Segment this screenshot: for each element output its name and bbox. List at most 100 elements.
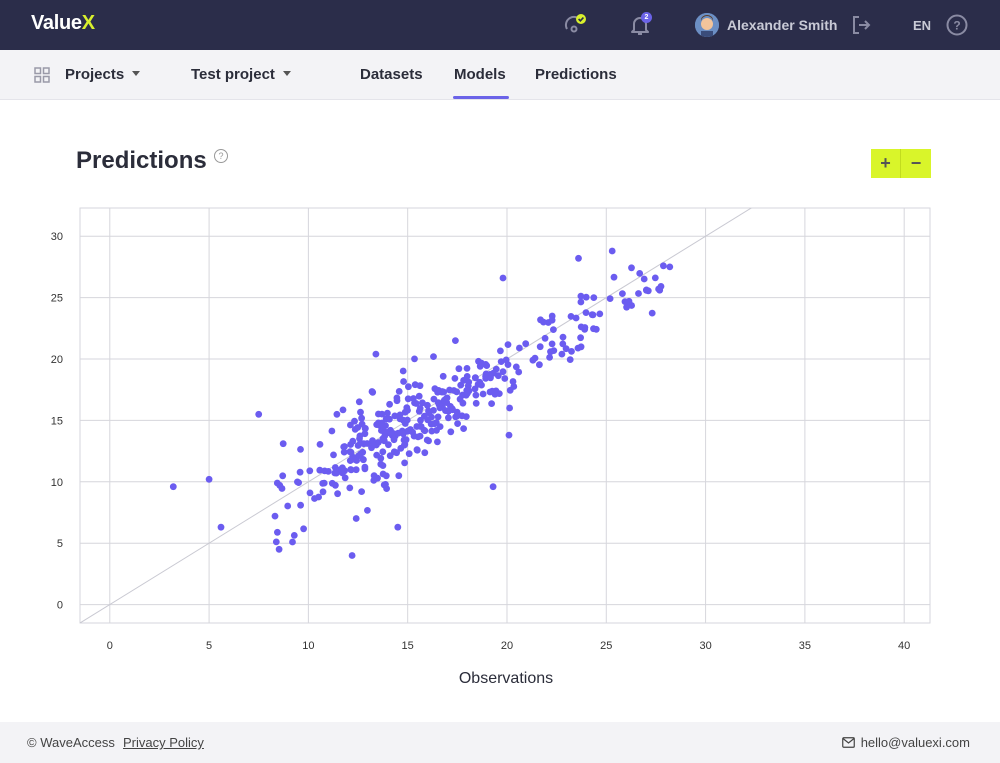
data-point: [205, 475, 213, 483]
x-tick-label: 0: [107, 640, 113, 652]
data-point: [459, 399, 467, 407]
x-tick-label: 20: [501, 640, 513, 652]
data-point: [361, 463, 369, 471]
data-point: [623, 303, 630, 311]
avatar[interactable]: [695, 13, 719, 37]
data-point: [537, 316, 544, 324]
notification-badge: 2: [641, 12, 652, 23]
data-point: [306, 467, 314, 475]
data-point: [363, 440, 371, 447]
data-point: [399, 367, 407, 375]
zoom-out-button[interactable]: −: [901, 149, 931, 178]
data-point: [346, 484, 354, 492]
data-point: [330, 451, 337, 459]
data-point: [332, 481, 339, 489]
data-point: [393, 449, 400, 457]
data-point: [413, 446, 421, 454]
data-point: [472, 399, 480, 407]
data-point: [349, 455, 357, 463]
data-point: [582, 293, 590, 301]
status-check-icon[interactable]: [561, 11, 589, 39]
project-dropdown[interactable]: Test project: [191, 66, 291, 83]
data-point: [347, 466, 355, 473]
data-point: [431, 420, 438, 428]
tab-models[interactable]: Models: [454, 66, 506, 83]
help-icon[interactable]: ?: [214, 149, 228, 163]
data-point: [516, 344, 523, 352]
projects-dropdown[interactable]: Projects: [65, 66, 141, 83]
data-point: [541, 334, 549, 342]
data-point: [372, 350, 380, 358]
mail-icon: [841, 737, 855, 748]
bell-icon[interactable]: 2: [626, 11, 654, 39]
data-point: [394, 523, 402, 531]
data-point: [347, 448, 355, 456]
data-point: [596, 310, 604, 318]
x-tick-label: 35: [799, 640, 811, 652]
tab-datasets[interactable]: Datasets: [360, 66, 423, 83]
data-point: [434, 413, 442, 421]
data-point: [357, 408, 364, 416]
data-point: [290, 532, 298, 539]
data-point: [421, 449, 429, 457]
data-point: [311, 495, 318, 502]
email-contact[interactable]: hello@valuexi.com: [841, 735, 970, 750]
data-point: [462, 413, 470, 420]
privacy-policy-link[interactable]: Privacy Policy: [123, 735, 204, 750]
data-point: [434, 438, 441, 446]
data-point: [424, 416, 432, 424]
data-point: [296, 468, 304, 476]
data-point: [506, 386, 514, 394]
data-point: [435, 401, 443, 408]
data-point: [531, 354, 539, 362]
data-point: [449, 406, 456, 414]
data-point: [341, 474, 349, 482]
data-point: [386, 400, 393, 408]
data-point: [356, 432, 364, 440]
user-name[interactable]: Alexander Smith: [727, 17, 837, 33]
help-icon[interactable]: ?: [943, 11, 971, 39]
data-point: [491, 390, 499, 398]
logout-icon[interactable]: [847, 11, 875, 39]
data-point: [431, 385, 439, 393]
y-tick-label: 0: [57, 600, 63, 612]
data-point: [487, 374, 494, 382]
data-point: [395, 388, 403, 395]
zoom-controls: + −: [871, 149, 931, 178]
data-point: [331, 464, 339, 471]
data-point: [320, 479, 328, 487]
data-point: [390, 436, 398, 444]
data-point: [559, 333, 567, 341]
data-point: [574, 344, 582, 352]
data-point: [404, 395, 412, 403]
data-point: [255, 410, 263, 418]
data-point: [577, 298, 585, 306]
data-point: [430, 395, 438, 403]
data-point: [581, 326, 589, 333]
data-point: [502, 356, 510, 364]
data-point: [648, 309, 656, 317]
data-point: [364, 507, 371, 514]
data-point: [499, 274, 507, 282]
data-point: [275, 545, 283, 553]
data-point: [423, 436, 431, 444]
grid-icon[interactable]: [34, 67, 50, 88]
data-point: [443, 394, 451, 402]
data-point: [463, 365, 471, 372]
data-point: [306, 489, 314, 497]
data-point: [666, 263, 674, 271]
data-point: [334, 490, 341, 498]
app-logo[interactable]: ValueX: [31, 12, 95, 35]
predictions-scatter-chart[interactable]: 0 5 10 15 20 25 30 35 40 0 5 10 15 20 25 30: [0, 195, 1000, 665]
data-point: [377, 454, 385, 462]
data-point: [548, 316, 556, 324]
email-text: hello@valuexi.com: [860, 735, 970, 750]
language-switch[interactable]: EN: [913, 18, 931, 33]
data-point: [289, 538, 296, 546]
data-point: [316, 441, 324, 448]
x-tick-label: 40: [898, 640, 910, 652]
zoom-in-button[interactable]: +: [871, 149, 901, 178]
data-point: [509, 378, 517, 385]
tab-predictions[interactable]: Predictions: [535, 66, 617, 83]
data-point: [453, 412, 461, 420]
